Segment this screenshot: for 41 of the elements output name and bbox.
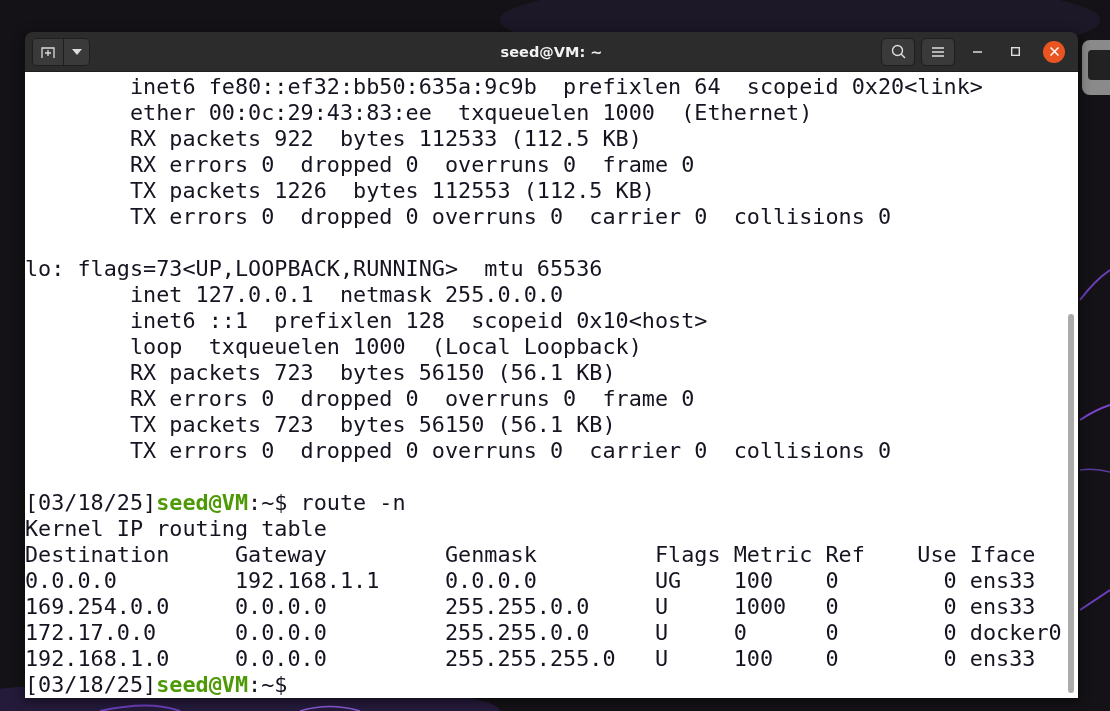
new-tab-button[interactable] [33,38,63,65]
terminal-line: inet 127.0.0.1 netmask 255.0.0.0 [128,282,564,307]
prompt-user: seed@VM [156,672,249,697]
terminal-line: 0.0.0.0 192.168.1.1 0.0.0.0 UG 100 0 0 ens33 [25,568,1036,593]
terminal-line: TX packets 1226 bytes 112553 (112.5 KB) [128,178,655,203]
search-icon [890,44,906,59]
menu-button[interactable] [921,37,955,66]
scrollbar-thumb[interactable] [1068,314,1074,693]
terminal-line: Kernel IP routing table [25,516,327,541]
prompt-path: :~$ [248,490,288,515]
caret-icon [71,48,82,55]
prompt-date: [03/18/25] [25,672,157,697]
terminal-line: loop txqueuelen 1000 (Local Loopback) [128,334,642,359]
prompt-date: [03/18/25] [25,490,157,515]
new-tab-icon [41,44,55,59]
command-text: route -n [300,490,406,515]
dropdown-button[interactable] [63,38,89,65]
terminal-line: RX packets 723 bytes 56150 (56.1 KB) [128,360,616,385]
terminal-line: ether 00:0c:29:43:83:ee txqueuelen 1000 (Ethernet) [128,100,813,125]
prompt-path: :~$ [248,672,288,697]
window-title: seed@VM: ~ [500,43,603,60]
terminal-line: RX errors 0 dropped 0 overruns 0 frame 0 [128,386,695,411]
terminal-line: TX packets 723 bytes 56150 (56.1 KB) [128,412,616,437]
terminal-line: RX errors 0 dropped 0 overruns 0 frame 0 [128,152,695,177]
close-button[interactable] [1043,40,1065,63]
terminal-line: 172.17.0.0 0.0.0.0 255.255.0.0 U 0 0 0 docker0 [25,620,1062,645]
terminal-line: lo: flags=73<UP,LOOPBACK,RUNNING> mtu 65536 [25,256,603,281]
search-button[interactable] [881,37,915,66]
terminal-line: inet6 ::1 prefixlen 128 scopeid 0x10<host> [128,308,708,333]
terminal-line: TX errors 0 dropped 0 overruns 0 carrier 0 collisions 0 [128,204,892,229]
terminal-line: TX errors 0 dropped 0 overruns 0 carrier 0 collisions 0 [128,438,892,463]
terminal-line: 192.168.1.0 0.0.0.0 255.255.255.0 U 100 0 0 ens33 [25,646,1036,671]
terminal-line: 169.254.0.0 0.0.0.0 255.255.0.0 U 1000 0 0 ens33 [25,594,1036,619]
prompt-user: seed@VM [156,490,249,515]
minimize-icon [972,50,982,53]
maximize-icon [1010,47,1020,56]
terminal-line: Destination Gateway Genmask Flags Metric Ref Use Iface [25,542,1036,567]
terminal-line: RX packets 922 bytes 112533 (112.5 KB) [128,126,642,151]
terminal-line: inet6 fe80::ef32:bb50:635a:9c9b prefixlen 64 scopeid 0x20<link> [128,74,983,99]
close-icon [1049,47,1059,56]
menu-icon [932,46,944,57]
